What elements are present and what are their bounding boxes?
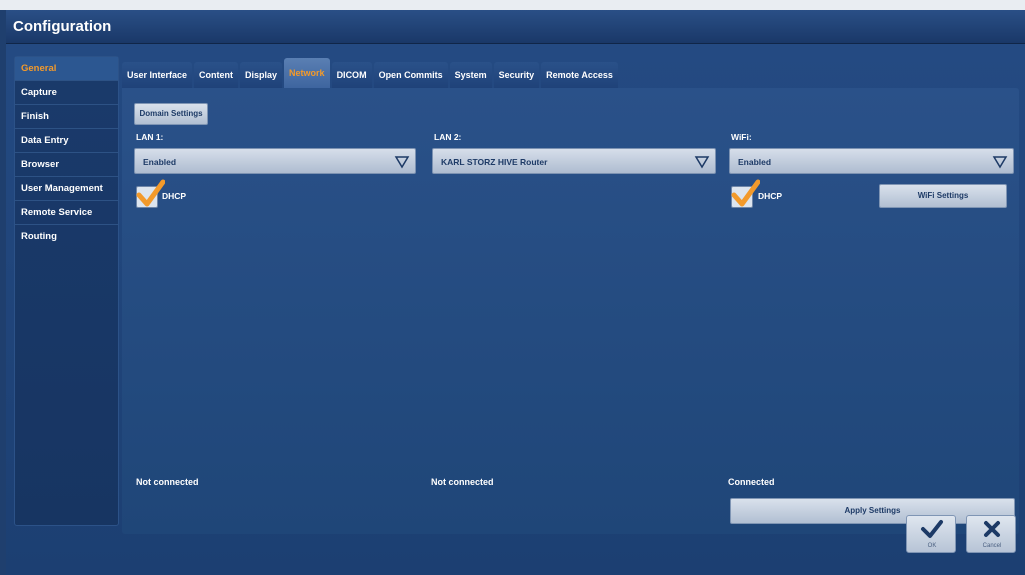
lan2-dropdown[interactable]: KARL STORZ HIVE Router (432, 148, 716, 174)
sidebar-item-label: General (21, 63, 57, 74)
tab-network[interactable]: Network (284, 58, 330, 88)
sidebar-item-label: Capture (21, 87, 57, 98)
sidebar-item-remote-service[interactable]: Remote Service (15, 201, 118, 225)
sidebar-item-finish[interactable]: Finish (15, 105, 118, 129)
screen-top-strip (0, 0, 1025, 10)
sidebar-item-label: Finish (21, 111, 49, 122)
lan2-label: LAN 2: (434, 132, 462, 142)
sidebar-item-routing[interactable]: Routing (15, 225, 118, 249)
wifi-status: Connected (728, 477, 775, 487)
tab-content[interactable]: Content (194, 62, 239, 88)
lan2-dropdown-value: KARL STORZ HIVE Router (441, 157, 548, 167)
sidebar-item-capture[interactable]: Capture (15, 81, 118, 105)
sidebar-item-general[interactable]: General (15, 57, 118, 81)
tab-security[interactable]: Security (493, 62, 540, 88)
sidebar-item-label: User Management (21, 183, 103, 194)
triangle-down-icon (992, 156, 1008, 169)
triangle-down-icon (694, 156, 710, 169)
tab-system[interactable]: System (449, 62, 492, 88)
lan1-dropdown-value: Enabled (143, 157, 177, 167)
wifi-dropdown[interactable]: Enabled (729, 148, 1014, 174)
triangle-down-icon (394, 156, 410, 169)
tab-bar: User Interface Content Display Network D… (122, 58, 618, 88)
close-icon (984, 521, 1000, 537)
lan1-status: Not connected (136, 477, 199, 487)
sidebar-item-user-management[interactable]: User Management (15, 177, 118, 201)
lan1-dropdown[interactable]: Enabled (134, 148, 416, 174)
configuration-window: General Capture Finish Data Entry Browse… (6, 44, 1025, 575)
lan2-status: Not connected (431, 477, 494, 487)
cancel-label: Cancel (982, 543, 1002, 549)
sidebar-item-label: Browser (21, 159, 60, 170)
ok-button[interactable]: OK (906, 515, 956, 553)
checkmark-icon (731, 179, 760, 207)
cancel-button[interactable]: Cancel (966, 515, 1016, 553)
network-panel: Domain Settings LAN 1: Enabled DHCP LAN … (122, 88, 1019, 534)
lan1-dhcp-checkbox[interactable] (136, 179, 165, 208)
sidebar: General Capture Finish Data Entry Browse… (14, 56, 119, 526)
tab-open-commits[interactable]: Open Commits (373, 62, 448, 88)
sidebar-item-browser[interactable]: Browser (15, 153, 118, 177)
lan1-label: LAN 1: (136, 132, 164, 142)
wifi-label: WiFi: (731, 132, 752, 142)
tab-user-interface[interactable]: User Interface (122, 62, 193, 88)
sidebar-item-label: Data Entry (21, 135, 69, 146)
tab-remote-access[interactable]: Remote Access (541, 62, 618, 88)
tab-dicom[interactable]: DICOM (331, 62, 372, 88)
checkmark-icon (136, 179, 165, 207)
sidebar-item-label: Routing (21, 231, 57, 242)
sidebar-item-label: Remote Service (21, 207, 93, 218)
title-bar: Configuration (6, 10, 1025, 44)
lan1-dhcp-label: DHCP (162, 191, 187, 201)
wifi-dhcp-checkbox[interactable] (731, 179, 760, 208)
ok-label: OK (927, 543, 937, 549)
window-title: Configuration (13, 18, 112, 35)
wifi-dhcp-label: DHCP (758, 191, 783, 201)
wifi-dropdown-value: Enabled (738, 157, 772, 167)
sidebar-item-data-entry[interactable]: Data Entry (15, 129, 118, 153)
checkmark-icon (921, 520, 943, 538)
domain-settings-button[interactable]: Domain Settings (134, 103, 208, 125)
wifi-settings-button[interactable]: WiFi Settings (879, 184, 1007, 208)
tab-display[interactable]: Display (240, 62, 283, 88)
